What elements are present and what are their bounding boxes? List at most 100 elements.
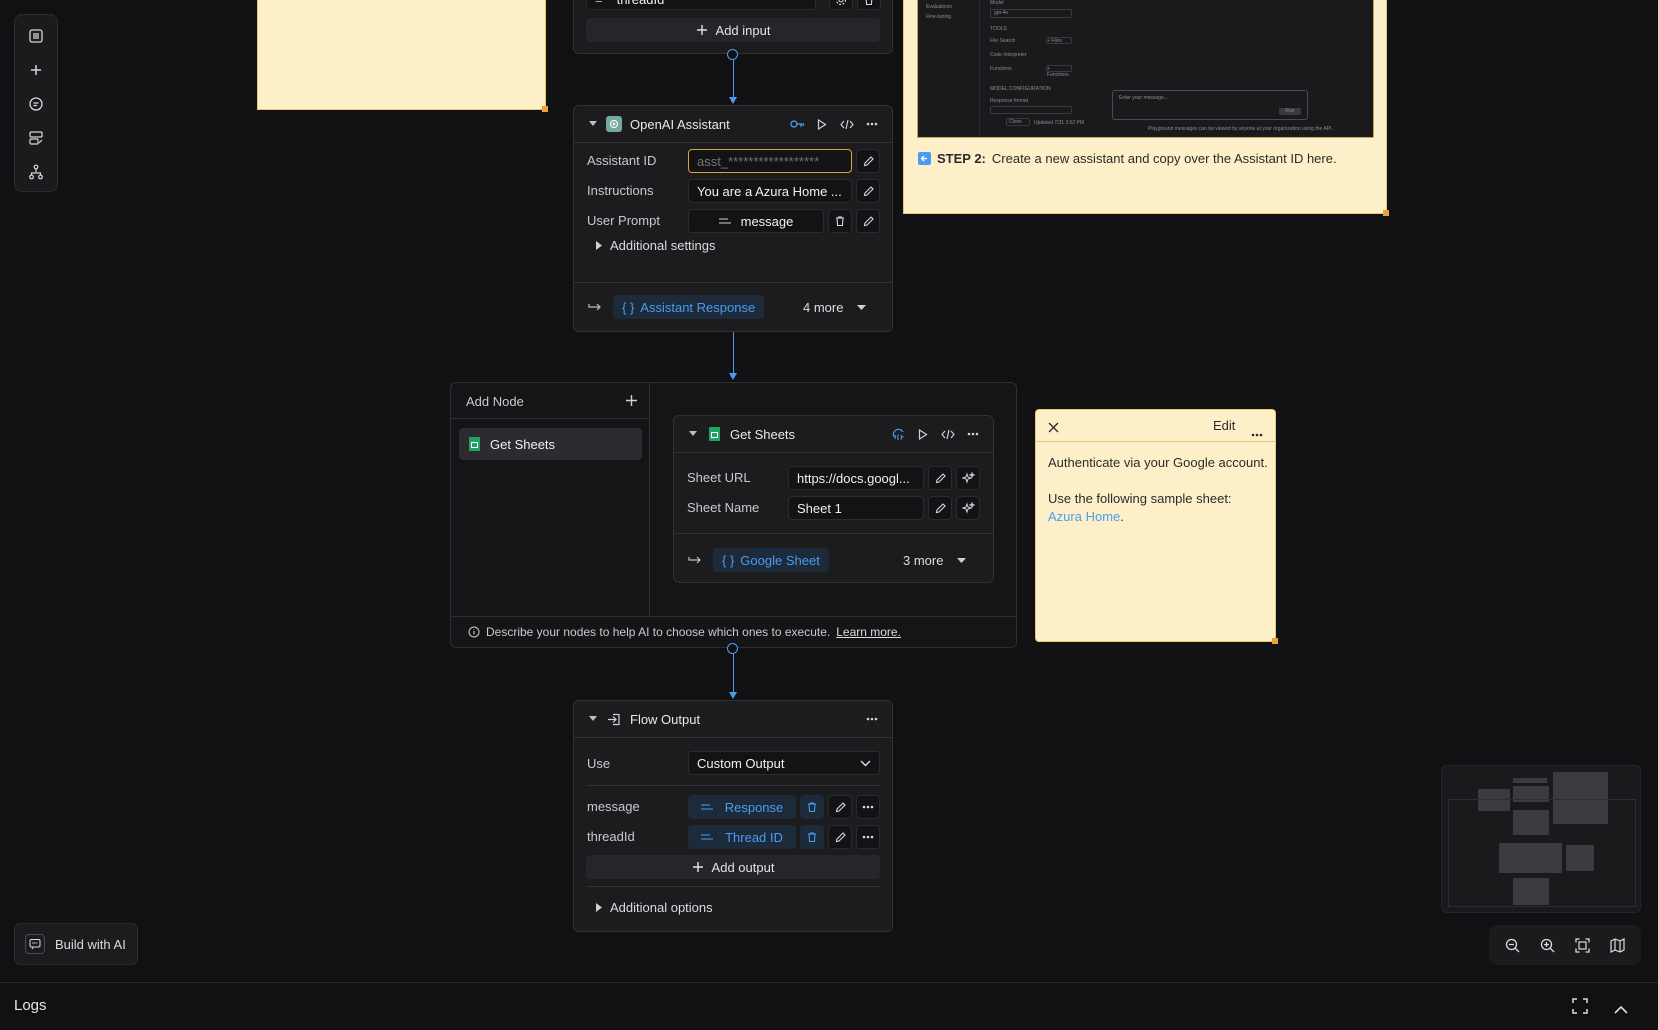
use-select[interactable]: Custom Output xyxy=(688,751,880,775)
fit-view-icon[interactable] xyxy=(1569,931,1597,959)
more-outputs-dropdown[interactable]: 3 more xyxy=(903,553,967,568)
caret-right-icon xyxy=(596,903,602,912)
chevron-down-icon[interactable] xyxy=(686,427,700,441)
node-title: OpenAI Assistant xyxy=(630,116,730,132)
gear-icon[interactable] xyxy=(829,0,853,10)
menu-icon[interactable] xyxy=(21,21,51,51)
assistant-id-input[interactable] xyxy=(688,149,852,173)
sticky-note-step2[interactable]: Evaluations Fine-tuning Model gpt-4o TOO… xyxy=(903,0,1389,216)
resize-handle[interactable] xyxy=(1383,210,1389,216)
text-variable-icon xyxy=(701,834,714,840)
trash-icon[interactable] xyxy=(800,795,824,819)
more-icon[interactable] xyxy=(965,426,981,442)
code-icon[interactable] xyxy=(940,426,956,442)
instructions-field[interactable]: You are a Azura Home ... xyxy=(688,179,852,203)
sparkle-icon[interactable] xyxy=(956,496,980,520)
output-name-label: threadId xyxy=(587,829,635,844)
info-icon xyxy=(468,626,480,638)
assistant-response-chip[interactable]: { } Assistant Response xyxy=(613,295,765,319)
flow-input-node[interactable]: = threadId Add input xyxy=(573,0,893,54)
output-value-field[interactable]: Thread ID xyxy=(688,825,796,849)
fingerprint-icon[interactable] xyxy=(890,426,906,442)
comment-icon[interactable] xyxy=(21,89,51,119)
azura-home-link[interactable]: Azura Home xyxy=(1048,509,1120,524)
more-icon[interactable] xyxy=(864,116,880,132)
logs-bar[interactable]: Logs xyxy=(0,982,1658,1030)
container-divider xyxy=(451,616,1016,617)
expand-icon[interactable] xyxy=(1572,998,1588,1019)
more-icon[interactable] xyxy=(1251,424,1263,442)
zoom-out-icon[interactable] xyxy=(1499,931,1527,959)
edit-icon[interactable] xyxy=(828,795,852,819)
add-node-hint: Describe your nodes to help AI to choose… xyxy=(468,625,901,639)
connector-handle[interactable] xyxy=(727,643,738,654)
play-icon[interactable] xyxy=(814,116,830,132)
trash-icon[interactable] xyxy=(828,209,852,233)
edit-icon[interactable] xyxy=(856,209,880,233)
resize-handle[interactable] xyxy=(542,106,548,112)
sticky-note-google[interactable]: Edit Authenticate via your Google accoun… xyxy=(1035,409,1278,644)
add-node-plus-icon[interactable] xyxy=(625,394,638,412)
more-icon[interactable] xyxy=(864,711,880,727)
braces-icon: { } xyxy=(722,552,735,568)
output-arrow-icon xyxy=(688,553,702,571)
minimap[interactable] xyxy=(1441,765,1641,913)
trash-icon[interactable] xyxy=(857,0,881,10)
chevron-up-icon[interactable] xyxy=(1614,1001,1628,1019)
chevron-down-icon[interactable] xyxy=(586,117,600,131)
additional-options-toggle[interactable]: Additional options xyxy=(596,900,713,915)
form-icon[interactable] xyxy=(21,123,51,153)
sparkle-icon[interactable] xyxy=(956,466,980,490)
arrow-left-icon xyxy=(918,152,931,165)
note-header: Edit xyxy=(1036,410,1275,442)
edit-button[interactable]: Edit xyxy=(1213,418,1235,433)
edit-icon[interactable] xyxy=(856,179,880,203)
more-icon[interactable] xyxy=(856,795,880,819)
code-icon[interactable] xyxy=(839,116,855,132)
edit-icon[interactable] xyxy=(856,149,880,173)
text-variable-icon xyxy=(718,218,731,224)
zoom-in-icon[interactable] xyxy=(1534,931,1562,959)
sidebar-item-get-sheets[interactable]: Get Sheets xyxy=(459,428,642,460)
flow-output-node[interactable]: Flow Output Use Custom Output message Re… xyxy=(573,700,893,932)
play-icon[interactable] xyxy=(915,426,931,442)
output-value-field[interactable]: Response xyxy=(688,795,796,819)
sheet-name-field[interactable]: Sheet 1 xyxy=(788,496,924,520)
connector-handle[interactable] xyxy=(727,49,738,60)
google-sheet-chip[interactable]: { } Google Sheet xyxy=(713,548,829,572)
user-prompt-field[interactable]: message xyxy=(688,209,824,233)
connector-line xyxy=(733,654,734,693)
hierarchy-icon[interactable] xyxy=(21,157,51,187)
input-name-field[interactable]: = threadId xyxy=(586,0,816,10)
edit-icon[interactable] xyxy=(928,466,952,490)
add-input-button[interactable]: Add input xyxy=(586,18,880,42)
add-output-button[interactable]: Add output xyxy=(586,855,880,879)
flow-canvas[interactable]: = threadId Add input Evaluations Fine-tu… xyxy=(0,0,1658,1030)
user-prompt-label: User Prompt xyxy=(587,213,660,228)
output-name-label: message xyxy=(587,799,640,814)
map-icon[interactable] xyxy=(1604,931,1632,959)
get-sheets-node[interactable]: Get Sheets Sheet URL https://docs.googl.… xyxy=(673,415,994,583)
edit-icon[interactable] xyxy=(828,825,852,849)
node-divider xyxy=(586,886,880,887)
learn-more-link[interactable]: Learn more. xyxy=(836,625,901,639)
connector-arrow xyxy=(729,97,737,104)
chevron-down-icon xyxy=(860,760,871,766)
additional-settings-toggle[interactable]: Additional settings xyxy=(596,238,716,253)
resize-handle[interactable] xyxy=(1272,638,1278,644)
more-outputs-dropdown[interactable]: 4 more xyxy=(803,300,867,315)
chevron-down-icon xyxy=(957,557,967,563)
edit-icon[interactable] xyxy=(928,496,952,520)
chevron-down-icon[interactable] xyxy=(586,712,600,726)
node-header: OpenAI Assistant xyxy=(574,106,892,143)
close-icon[interactable] xyxy=(1048,420,1059,438)
plus-icon[interactable] xyxy=(21,55,51,85)
sticky-note-blank[interactable] xyxy=(257,0,548,112)
build-with-ai-button[interactable]: Build with AI xyxy=(14,923,138,965)
key-icon[interactable] xyxy=(789,116,805,132)
trash-icon[interactable] xyxy=(800,825,824,849)
openai-assistant-node[interactable]: OpenAI Assistant Assistant ID Ins xyxy=(573,105,893,332)
text-variable-icon xyxy=(700,804,713,810)
sheet-url-field[interactable]: https://docs.googl... xyxy=(788,466,924,490)
more-icon[interactable] xyxy=(856,825,880,849)
